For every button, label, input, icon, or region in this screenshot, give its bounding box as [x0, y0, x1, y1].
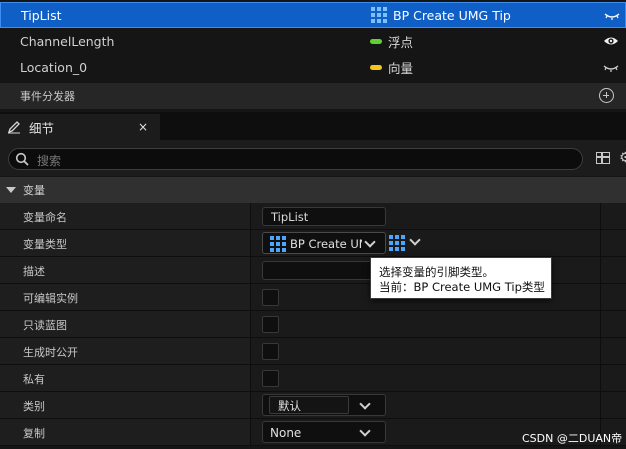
search-icon	[15, 152, 29, 166]
blueprint-read-only-checkbox[interactable]	[262, 316, 279, 333]
tooltip-line-2: 当前：BP Create UMG Tip类型	[379, 280, 545, 294]
category-header-variable[interactable]: 变量	[0, 177, 626, 203]
instance-editable-checkbox[interactable]	[262, 289, 279, 306]
variable-row-tiplist[interactable]: TipList BP Create UMG Tip	[0, 2, 626, 28]
watermark: CSDN @二DUAN帝	[522, 432, 623, 445]
variable-type-label: BP Create UMG Tip	[393, 7, 511, 23]
tab-title: 细节	[29, 120, 55, 136]
property-list: 变量命名 TipList 变量类型 BP Create UM 描述 可编辑实例 …	[0, 203, 626, 446]
variable-type-value: BP Create UM	[290, 237, 362, 251]
chevron-down-icon[interactable]	[359, 398, 371, 410]
property-label: 生成时公开	[23, 346, 78, 359]
eye-closed-icon[interactable]	[603, 61, 619, 73]
pencil-icon	[7, 121, 20, 134]
variable-name: Location_0	[20, 59, 88, 75]
grid-array-icon	[371, 7, 387, 23]
close-icon[interactable]: ×	[138, 120, 148, 134]
eye-open-icon[interactable]	[603, 35, 619, 47]
search-bar-area: 搜索	[0, 140, 626, 176]
search-input[interactable]: 搜索	[8, 148, 583, 170]
grid-array-icon	[270, 236, 286, 252]
replication-dropdown[interactable]: None	[262, 421, 386, 443]
plus-circle-icon[interactable]	[599, 88, 614, 103]
property-row-private: 私有	[0, 365, 626, 392]
property-label: 私有	[23, 373, 45, 386]
tab-details[interactable]: 细节 ×	[0, 114, 160, 140]
property-label: 可编辑实例	[23, 292, 78, 305]
property-row-variable-type: 变量类型 BP Create UM	[0, 230, 626, 257]
variable-type-label: 浮点	[388, 34, 414, 50]
variable-type-tooltip: 选择变量的引脚类型。 当前：BP Create UMG Tip类型	[370, 257, 552, 299]
property-label: 变量命名	[23, 211, 67, 224]
category-label: 变量	[23, 184, 45, 197]
property-row-variable-name: 变量命名 TipList	[0, 203, 626, 230]
chevron-down-icon	[364, 236, 376, 248]
private-checkbox[interactable]	[262, 370, 279, 387]
category-combo[interactable]: 默认	[262, 394, 386, 416]
variable-type-dropdown[interactable]: BP Create UM	[262, 232, 386, 254]
property-label: 复制	[23, 427, 45, 440]
container-type-dropdown[interactable]	[389, 234, 421, 251]
collapse-arrow-icon[interactable]	[6, 187, 16, 193]
tooltip-line-1: 选择变量的引脚类型。	[379, 265, 494, 279]
grid-array-icon	[389, 235, 405, 251]
variable-type-label: 向量	[388, 60, 414, 76]
variable-name: TipList	[21, 7, 62, 23]
property-label: 只读蓝图	[23, 319, 67, 332]
event-dispatchers-header[interactable]: 事件分发器	[0, 83, 626, 109]
variable-type: BP Create UMG Tip	[371, 7, 511, 23]
property-row-blueprint-read-only: 只读蓝图	[0, 311, 626, 338]
variable-type: 浮点	[370, 32, 413, 51]
search-placeholder: 搜索	[37, 154, 62, 168]
variable-type: 向量	[370, 58, 413, 77]
variable-name: ChannelLength	[20, 33, 115, 49]
eye-closed-icon[interactable]	[604, 9, 620, 21]
variable-name-field[interactable]: TipList	[262, 207, 386, 226]
float-pin-icon	[370, 38, 382, 44]
property-row-expose-on-spawn: 生成时公开	[0, 338, 626, 365]
category-input[interactable]: 默认	[269, 396, 349, 414]
property-label: 变量类型	[23, 238, 67, 251]
chevron-down-icon	[359, 425, 371, 437]
vector-pin-icon	[370, 64, 382, 70]
expose-on-spawn-checkbox[interactable]	[262, 343, 279, 360]
chevron-down-icon	[409, 234, 421, 246]
variable-row-channellength[interactable]: ChannelLength 浮点	[0, 28, 626, 54]
property-label: 描述	[23, 265, 45, 278]
details-tab-bar: 细节 ×	[0, 112, 626, 140]
description-field[interactable]	[262, 261, 382, 280]
table-view-icon[interactable]	[596, 152, 610, 164]
gear-icon[interactable]: ⚙	[619, 151, 626, 165]
variable-row-location[interactable]: Location_0 向量	[0, 54, 626, 80]
property-label: 类别	[23, 400, 45, 413]
property-row-category: 类别 默认	[0, 392, 626, 419]
event-dispatchers-label: 事件分发器	[20, 90, 75, 103]
